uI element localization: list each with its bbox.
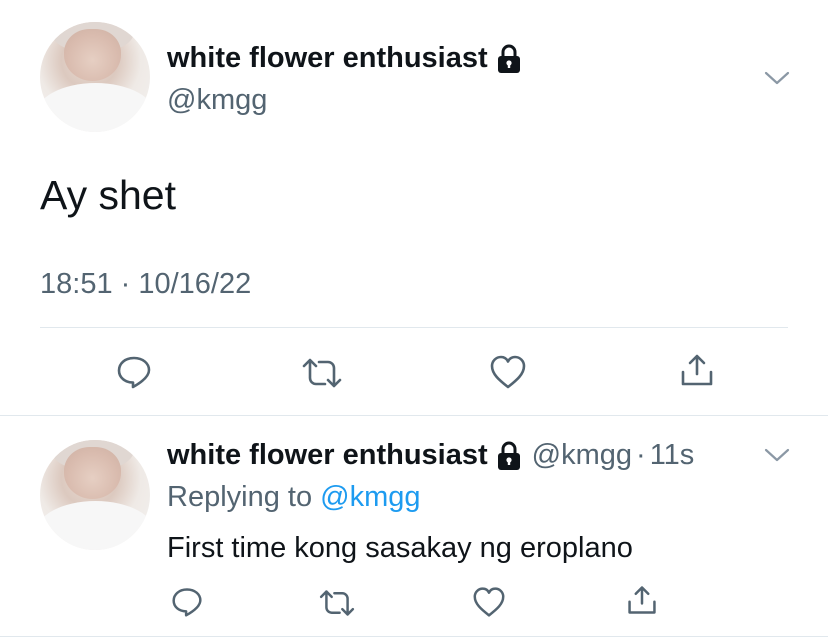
reply-icon[interactable] [116, 354, 152, 390]
main-author-handle[interactable]: @kmgg [167, 84, 267, 117]
main-author-avatar[interactable] [40, 22, 150, 132]
retweet-icon[interactable] [318, 588, 356, 618]
lock-icon [496, 441, 522, 471]
replying-to-label: Replying to [167, 481, 313, 513]
retweet-icon[interactable] [301, 356, 343, 390]
chevron-down-icon[interactable] [764, 70, 790, 86]
reply-header-row: white flower enthusiast @kmgg · 11s [167, 439, 694, 472]
main-tweet-text: Ay shet [40, 172, 176, 218]
like-icon[interactable] [472, 586, 506, 618]
share-icon[interactable] [679, 352, 715, 388]
reply-time-ago[interactable]: 11s [650, 439, 695, 472]
reply-author-handle[interactable]: @kmgg [532, 439, 632, 472]
reply-author-avatar[interactable] [40, 440, 150, 550]
reply-tweet-text: First time kong sasakay ng eroplano [167, 532, 633, 564]
share-icon[interactable] [626, 584, 658, 616]
reply-separator: · [636, 439, 646, 471]
chevron-down-icon[interactable] [764, 447, 790, 463]
bottom-divider [0, 636, 828, 637]
reply-icon[interactable] [171, 586, 203, 618]
replying-to-row: Replying to @kmgg [167, 481, 421, 514]
like-icon[interactable] [489, 354, 527, 390]
main-author-name-row[interactable]: white flower enthusiast [167, 42, 522, 75]
main-author-name[interactable]: white flower enthusiast [167, 42, 488, 75]
main-tweet-timestamp[interactable]: 18:51 · 10/16/22 [40, 268, 251, 301]
reply-author-name[interactable]: white flower enthusiast [167, 439, 488, 472]
section-divider [0, 415, 828, 416]
lock-icon [496, 44, 522, 74]
main-tweet-divider [40, 327, 788, 328]
replying-to-handle[interactable]: @kmgg [320, 481, 420, 513]
